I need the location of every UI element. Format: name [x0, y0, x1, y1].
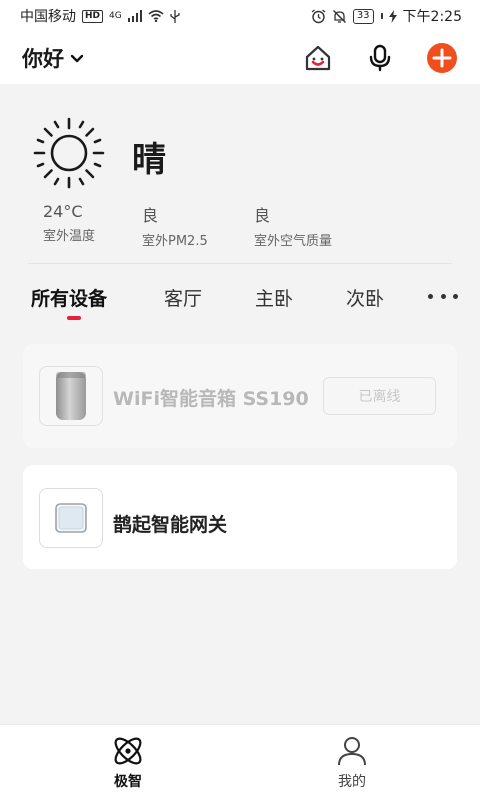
weather-panel[interactable]: 晴 24°C 室外温度 良 室外PM2.5 良 室外空气质量 [0, 84, 480, 264]
hd-badge: HD [82, 9, 104, 23]
device-card-speaker[interactable]: WiFi智能音箱 SS190 已离线 [23, 344, 457, 448]
outdoor-temperature: 24°C 室外温度 [43, 202, 95, 244]
outdoor-air-quality: 良 室外空气质量 [254, 202, 332, 249]
tab-second-bedroom[interactable]: 次卧 [346, 284, 384, 311]
atom-icon [114, 737, 142, 765]
device-thumbnail [39, 488, 103, 548]
stat-label: 室外PM2.5 [142, 234, 208, 249]
stat-label: 室外温度 [43, 229, 96, 244]
device-thumbnail [39, 366, 103, 426]
tab-all-devices[interactable]: 所有设备 [31, 284, 107, 311]
offline-status-badge: 已离线 [323, 377, 436, 415]
mute-bell-icon [332, 9, 346, 23]
home-selector[interactable]: 你好 [22, 43, 84, 73]
active-tab-indicator [67, 316, 81, 320]
app-header: 你好 [0, 32, 480, 84]
outdoor-pm25: 良 室外PM2.5 [142, 202, 208, 249]
battery-tip [380, 13, 383, 19]
carrier-text: 中国移动 [20, 9, 76, 25]
person-icon [338, 737, 366, 766]
wifi-icon [148, 10, 164, 22]
chevron-down-icon [70, 54, 84, 63]
tab-master-bedroom[interactable]: 主卧 [255, 284, 293, 311]
device-name: WiFi智能音箱 SS190 [113, 388, 309, 410]
nav-label: 我的 [338, 774, 366, 790]
plus-icon [427, 43, 457, 73]
nav-label: 极智 [114, 774, 142, 790]
smart-speaker-icon [56, 372, 86, 420]
battery-indicator: 33 [352, 8, 374, 24]
home-icon [305, 45, 331, 71]
dot [440, 293, 446, 299]
device-name: 鹊起智能网关 [113, 514, 228, 536]
gateway-icon [55, 503, 87, 533]
weather-condition: 晴 [132, 140, 166, 180]
clock-text: 下午2:25 [402, 9, 462, 25]
dot [428, 293, 433, 299]
sun-icon [33, 117, 105, 189]
greeting-text: 你好 [22, 47, 64, 71]
bottom-navigation: 极智 我的 [0, 724, 480, 800]
dot [453, 293, 458, 299]
home-manage-button[interactable] [302, 42, 334, 74]
stat-label: 室外空气质量 [254, 234, 333, 249]
add-device-button[interactable] [426, 42, 458, 74]
alarm-icon [311, 8, 326, 23]
charging-icon [388, 9, 397, 23]
stat-value: 良 [142, 206, 159, 225]
room-tabs: 所有设备 客厅 主卧 次卧 [0, 276, 480, 326]
status-bar: 中国移动 HD 4G 33 下午2:25 [0, 0, 480, 32]
battery-level: 33 [356, 10, 370, 21]
usb-icon [170, 9, 180, 23]
device-card-gateway[interactable]: 鹊起智能网关 [23, 465, 457, 569]
more-tabs-button[interactable] [428, 288, 458, 304]
nav-item-mine[interactable]: 我的 [292, 735, 412, 791]
stat-value: 24°C [43, 202, 83, 221]
section-divider [28, 263, 452, 264]
nav-item-jizhi[interactable]: 极智 [68, 735, 188, 791]
network-type: 4G [109, 11, 122, 21]
tab-living-room[interactable]: 客厅 [164, 284, 202, 311]
stat-value: 良 [254, 206, 271, 225]
voice-button[interactable] [364, 42, 396, 74]
signal-icon [127, 10, 142, 22]
microphone-icon [369, 44, 391, 72]
